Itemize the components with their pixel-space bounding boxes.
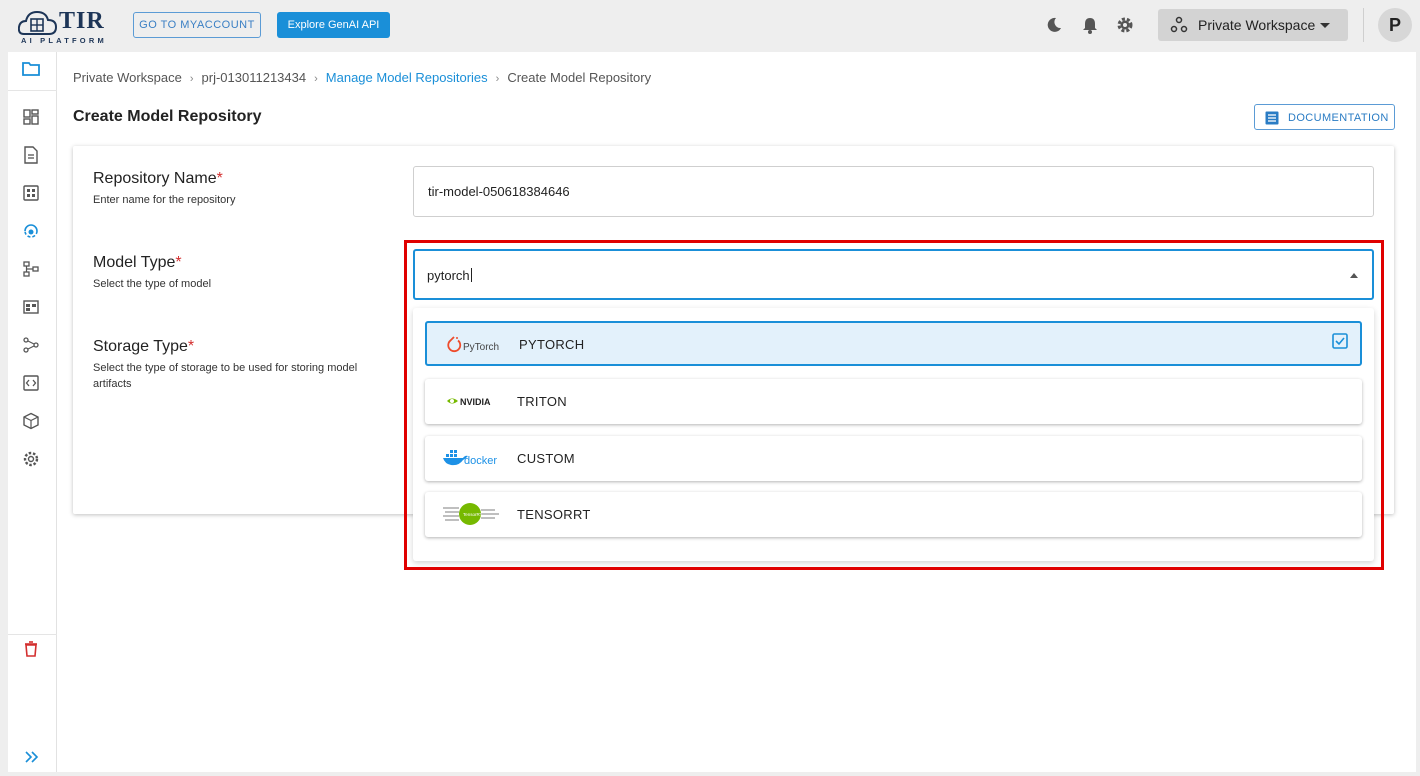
folder-icon[interactable] <box>22 60 40 78</box>
model-type-label-text: Model Type <box>93 254 176 271</box>
option-tensorrt[interactable]: TensorRT TENSORRT <box>425 492 1362 537</box>
workspace-icon <box>1170 16 1188 33</box>
caret-down-icon <box>1320 23 1330 28</box>
caret-up-icon[interactable] <box>1350 273 1358 278</box>
model-type-input-value[interactable]: pytorch <box>427 268 472 283</box>
text-cursor <box>470 268 472 282</box>
workspace-selector[interactable]: Private Workspace <box>1158 9 1348 41</box>
nvidia-logo-text: NVIDIA <box>460 397 491 407</box>
nvidia-logo-icon: NVIDIA <box>447 397 491 407</box>
option-pytorch[interactable]: PyTorch PYTORCH <box>425 321 1362 366</box>
breadcrumb-separator: › <box>314 73 318 85</box>
model-type-dropdown-menu: PyTorch PYTORCH NVIDIA TRITON docker CUS… <box>413 308 1374 561</box>
workspace-label: Private Workspace <box>1198 17 1316 33</box>
breadcrumb-project[interactable]: prj-013011213434 <box>202 70 307 85</box>
checkbox-checked-icon[interactable] <box>1332 333 1348 349</box>
model-repo-icon[interactable] <box>22 222 40 240</box>
top-bar: TIR AI PLATFORM GO TO MYACCOUNT Explore … <box>0 0 1420 52</box>
page-title: Create Model Repository <box>73 108 262 125</box>
storage-type-label: Storage Type* <box>93 338 194 356</box>
docker-logo-icon: docker <box>443 450 497 467</box>
option-label: PYTORCH <box>519 337 585 352</box>
option-custom[interactable]: docker CUSTOM <box>425 436 1362 481</box>
model-type-combobox[interactable]: pytorch <box>413 249 1374 300</box>
pytorch-logo-text: PyTorch <box>463 342 499 353</box>
documentation-button[interactable]: DOCUMENTATION <box>1254 104 1395 130</box>
tensorrt-logo-icon: TensorRT <box>443 503 499 525</box>
gear-icon[interactable] <box>1115 15 1135 35</box>
option-label: TRITON <box>517 394 567 409</box>
tensorrt-logo-text: TensorRT <box>463 512 483 517</box>
model-type-help: Select the type of model <box>93 278 212 290</box>
sidebar-divider <box>8 90 57 91</box>
avatar[interactable]: P <box>1378 8 1412 42</box>
dataset-icon[interactable] <box>22 298 40 316</box>
breadcrumb-separator: › <box>189 73 194 85</box>
repository-name-help: Enter name for the repository <box>93 194 236 206</box>
storage-type-help: Select the type of storage to be used fo… <box>93 362 358 390</box>
logo-title: TIR <box>59 8 105 34</box>
documentation-label: DOCUMENTATION <box>1288 112 1389 124</box>
expand-icon[interactable] <box>22 748 40 766</box>
option-label: CUSTOM <box>517 451 575 466</box>
option-label: TENSORRT <box>517 507 591 522</box>
moon-icon[interactable] <box>1044 15 1064 35</box>
bell-icon[interactable] <box>1080 15 1100 35</box>
sidebar-divider <box>8 634 57 635</box>
sidebar <box>8 52 57 772</box>
pytorch-logo-icon: PyTorch <box>447 336 499 353</box>
repository-name-label-text: Repository Name <box>93 170 217 187</box>
model-type-label: Model Type* <box>93 254 182 272</box>
share-icon[interactable] <box>22 336 40 354</box>
trash-icon[interactable] <box>22 640 40 658</box>
breadcrumb-private-workspace[interactable]: Private Workspace <box>73 70 182 85</box>
storage-type-label-text: Storage Type <box>93 338 188 355</box>
code-icon[interactable] <box>22 374 40 392</box>
model-type-search-text: pytorch <box>427 268 470 283</box>
required-marker: * <box>216 170 223 187</box>
required-marker: * <box>187 338 195 355</box>
required-marker: * <box>175 254 182 271</box>
divider <box>1363 8 1364 42</box>
go-to-myaccount-button[interactable]: GO TO MYACCOUNT <box>133 12 261 38</box>
breadcrumb-separator: › <box>495 73 500 85</box>
breadcrumb: Private Workspace › prj-013011213434 › Manag… <box>73 70 651 85</box>
notebook-icon[interactable] <box>22 146 40 164</box>
repository-name-label: Repository Name* <box>93 170 223 188</box>
breadcrumb-manage-model-repositories[interactable]: Manage Model Repositories <box>326 70 488 85</box>
logo-subtitle: AI PLATFORM <box>21 36 107 45</box>
repository-name-input[interactable]: tir-model-050618384646 <box>413 166 1374 217</box>
breadcrumb-current: Create Model Repository <box>507 70 652 85</box>
grid-icon[interactable] <box>22 184 40 202</box>
option-triton[interactable]: NVIDIA TRITON <box>425 379 1362 424</box>
document-icon <box>1265 111 1279 125</box>
dashboard-icon[interactable] <box>22 108 40 126</box>
explore-genai-api-button[interactable]: Explore GenAI API <box>277 12 390 38</box>
docker-logo-text: docker <box>464 455 497 467</box>
pipeline-icon[interactable] <box>22 260 40 278</box>
settings-icon[interactable] <box>22 450 40 468</box>
cube-icon[interactable] <box>22 412 40 430</box>
